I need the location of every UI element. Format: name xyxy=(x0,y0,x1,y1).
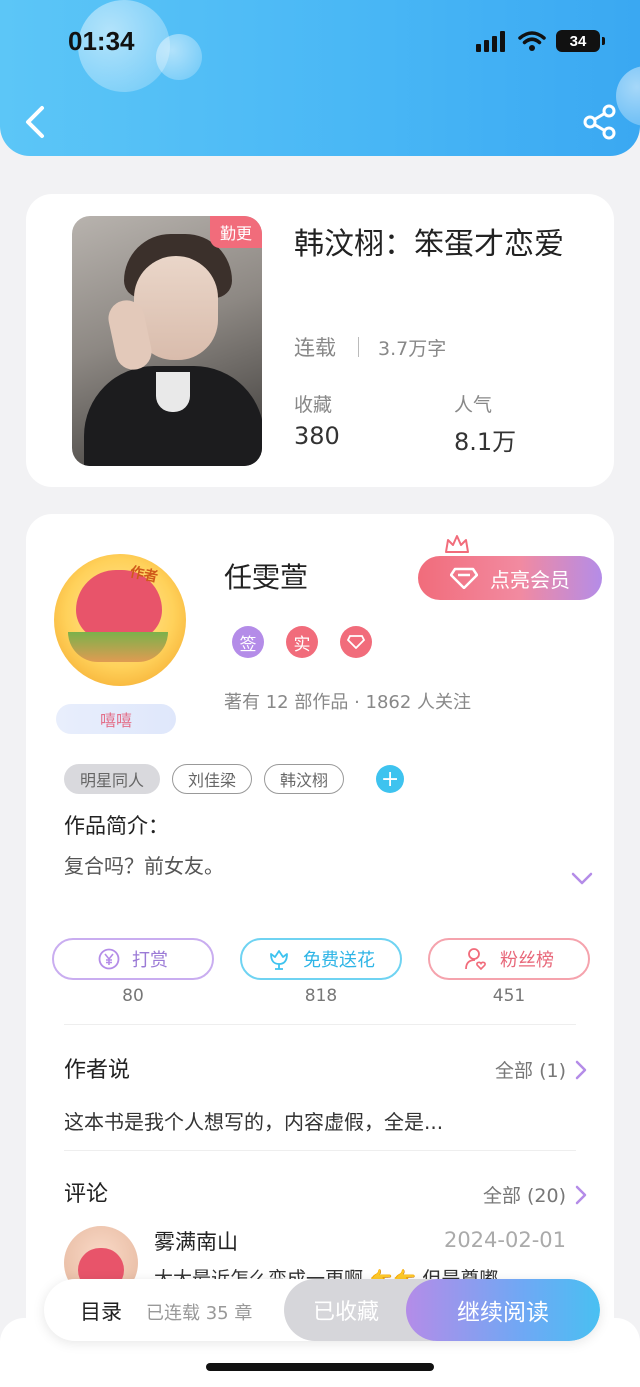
flower-count: 818 xyxy=(304,986,338,1006)
chevron-right-icon xyxy=(575,1060,587,1079)
fans-rank-label: 粉丝榜 xyxy=(500,950,554,971)
author-meta: 著有 12 部作品 · 1862 人关注 xyxy=(224,692,472,713)
flower-icon xyxy=(270,950,288,970)
tag-item[interactable]: 韩汶栩 xyxy=(264,764,345,794)
chevron-down-icon[interactable] xyxy=(570,868,594,888)
diamond-icon xyxy=(347,635,365,649)
tip-count: 80 xyxy=(122,986,144,1006)
vip-button-label: 点亮会员 xyxy=(490,567,570,592)
comments-title: 评论 xyxy=(64,1182,109,1207)
bottom-action-bar: 目录 已连载 35 章 已收藏 继续阅读 xyxy=(44,1279,600,1341)
commenter-name[interactable]: 雾满南山 xyxy=(154,1226,238,1256)
favorited-label: 已收藏 xyxy=(312,1300,379,1325)
stat-label-favorites: 收藏 xyxy=(294,394,333,416)
cover-figure-shirt xyxy=(156,372,190,412)
fans-count: 451 xyxy=(492,986,526,1006)
verified-badge: 实 xyxy=(286,626,318,658)
comment-date: 2024-02-01 xyxy=(443,1228,566,1252)
action-buttons: 打赏 80 免费送花 818 粉丝榜 451 xyxy=(52,938,590,1006)
decor-bubble xyxy=(616,66,640,126)
stat-value-favorites: 380 xyxy=(294,422,340,450)
author-avatar[interactable]: 作者 xyxy=(54,554,186,686)
avatar-pill: 嘻嘻 xyxy=(56,704,176,734)
battery-indicator: 34 xyxy=(556,30,605,52)
fans-action: 粉丝榜 451 xyxy=(428,938,590,1006)
toc-button[interactable]: 目录 xyxy=(80,1296,122,1326)
intro-text: 复合吗？前女友。 xyxy=(64,854,224,878)
wifi-icon xyxy=(518,31,546,51)
book-status: 连载 xyxy=(294,336,336,360)
book-cover[interactable]: 勤更 xyxy=(72,216,262,466)
divider xyxy=(64,1024,576,1025)
book-word-count: 3.7万字 xyxy=(378,338,447,360)
update-tag: 勤更 xyxy=(209,216,262,248)
chevron-right-icon xyxy=(575,1185,587,1204)
tip-label: 打赏 xyxy=(132,950,168,971)
flower-action: 免费送花 818 xyxy=(240,938,402,1006)
author-badges: 签 实 xyxy=(232,626,372,658)
share-icon[interactable] xyxy=(582,104,618,140)
author-says-more[interactable]: 全部 (1) xyxy=(495,1056,588,1083)
fans-rank-button[interactable]: 粉丝榜 xyxy=(428,938,590,980)
add-tag-button[interactable]: + xyxy=(376,765,405,793)
author-says-title: 作者说 xyxy=(64,1058,131,1083)
tip-action: 打赏 80 xyxy=(52,938,214,1006)
fan-user-icon xyxy=(465,948,486,971)
book-info-card: 勤更 韩汶栩：笨蛋才恋爱 连载 3.7万字 收藏 380 人气 8.1万 xyxy=(26,194,614,487)
diamond-icon xyxy=(450,567,478,589)
tag-item[interactable]: 刘佳梁 xyxy=(172,764,253,794)
stat-value-popularity: 8.1万 xyxy=(454,428,517,456)
status-time: 01:34 xyxy=(68,26,135,56)
diamond-badge xyxy=(340,626,372,658)
signal-icon xyxy=(476,31,505,52)
yen-icon xyxy=(98,948,120,970)
intro-label: 作品简介： xyxy=(64,814,169,838)
tag-item[interactable]: 明星同人 xyxy=(64,764,161,794)
status-icons: 34 xyxy=(476,30,605,52)
author-says-text[interactable]: 这本书是我个人想写的，内容虚假，全是... xyxy=(64,1106,443,1135)
divider xyxy=(64,1150,576,1151)
comments-more-label: 全部 (20) xyxy=(482,1185,566,1207)
back-icon[interactable] xyxy=(20,102,54,142)
tip-button[interactable]: 打赏 xyxy=(52,938,214,980)
book-title: 韩汶栩：笨蛋才恋爱 xyxy=(294,227,564,262)
home-indicator xyxy=(206,1363,434,1371)
free-flower-label: 免费送花 xyxy=(303,950,375,971)
avatar-burger xyxy=(68,632,168,662)
divider xyxy=(358,337,359,357)
stat-label-popularity: 人气 xyxy=(454,394,493,416)
chapter-count: 已连载 35 章 xyxy=(146,1303,253,1324)
signed-badge: 签 xyxy=(232,626,264,658)
free-flower-button[interactable]: 免费送花 xyxy=(240,938,402,980)
author-name[interactable]: 任雯萱 xyxy=(224,556,308,596)
comments-more[interactable]: 全部 (20) xyxy=(483,1181,588,1208)
continue-reading-button[interactable]: 继续阅读 xyxy=(406,1279,600,1341)
vip-button[interactable]: 点亮会员 xyxy=(418,556,602,600)
decor-bubble xyxy=(156,34,202,80)
author-card: 作者 嘻嘻 任雯萱 点亮会员 签 实 著有 12 部作品 · 1862 人关注 … xyxy=(26,514,614,1387)
header: 01:34 34 xyxy=(0,0,640,156)
crown-icon xyxy=(445,535,469,553)
author-says-more-label: 全部 (1) xyxy=(495,1060,566,1082)
tag-list: 明星同人 刘佳梁 韩汶栩 + xyxy=(64,764,405,794)
